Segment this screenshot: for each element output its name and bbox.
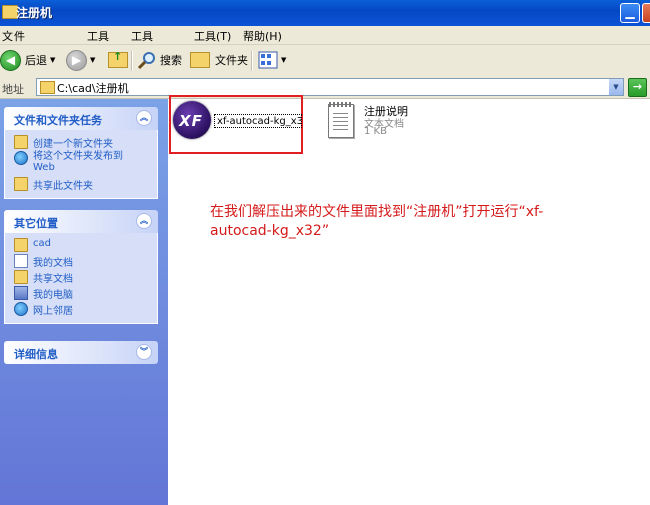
collapse-icon[interactable]: ︽: [136, 110, 152, 126]
views-icon: [258, 51, 278, 69]
file-name-keygen[interactable]: xf-autocad-kg_x32: [214, 114, 302, 128]
publish-web-icon: [14, 151, 28, 165]
place-label: 共享文档: [33, 274, 73, 285]
place-label: cad: [33, 238, 51, 249]
folder-icon: [40, 81, 55, 94]
task-new-folder[interactable]: 创建一个新文件夹: [5, 134, 157, 150]
place-label: 我的文档: [33, 258, 73, 269]
window-title: 注册机: [16, 6, 53, 20]
address-dropdown-button[interactable]: ▼: [609, 79, 623, 95]
annotation-text: 在我们解压出来的文件里面找到“注册机”打开运行“xf-autocad-kg_x3…: [210, 204, 544, 239]
chevron-down-icon: ▼: [90, 56, 96, 64]
place-label: 我的电脑: [33, 290, 73, 301]
details-header[interactable]: 详细信息 ︾: [4, 341, 158, 364]
forward-button[interactable]: ▶ ▼: [66, 49, 95, 71]
search-label: 搜索: [160, 54, 182, 67]
menu-tools[interactable]: 工具(T): [194, 28, 231, 44]
place-cad[interactable]: cad: [5, 237, 157, 253]
task-pane: 文件和文件夹任务 ︽ 创建一个新文件夹 将这个文件夹发布到 Web 共享此文件夹…: [0, 99, 168, 505]
folder-icon: [14, 238, 28, 252]
file-tasks-title: 文件和文件夹任务: [14, 114, 102, 127]
place-shared-documents[interactable]: 共享文档: [5, 269, 157, 285]
title-bar: 注册机 ▁: [0, 0, 650, 26]
file-tasks-body: 创建一个新文件夹 将这个文件夹发布到 Web 共享此文件夹: [4, 130, 158, 199]
go-button[interactable]: →: [628, 78, 647, 97]
search-button[interactable]: 搜索: [137, 49, 182, 71]
text-document-icon[interactable]: [328, 102, 354, 138]
address-path: C:\cad\注册机: [57, 82, 129, 95]
task-label: 共享此文件夹: [33, 181, 93, 192]
back-label: 后退: [25, 54, 47, 67]
task-share-folder[interactable]: 共享此文件夹: [5, 176, 157, 192]
details-title: 详细信息: [14, 348, 58, 361]
place-label: 网上邻居: [33, 306, 73, 317]
my-documents-icon: [14, 254, 28, 268]
close-button[interactable]: [642, 3, 650, 23]
chevron-down-icon: ▼: [50, 56, 56, 64]
place-my-documents[interactable]: 我的文档: [5, 253, 157, 269]
other-places-title: 其它位置: [14, 217, 58, 230]
toolbar-divider: [131, 51, 133, 71]
menu-bar: 文 件 工具 工具 工具(T) 帮助(H): [0, 26, 650, 45]
menu-tools-2[interactable]: 工具: [131, 28, 153, 44]
file-tasks-header[interactable]: 文件和文件夹任务 ︽: [4, 107, 158, 130]
address-bar: 地址 C:\cad\注册机 ▼ →: [0, 76, 650, 99]
new-folder-icon: [14, 135, 28, 149]
other-places-body: cad 我的文档 共享文档 我的电脑 网上邻居: [4, 233, 158, 324]
toolbar: ◀ 后退 ▼ ▶ ▼ ↑ 搜索 文件夹 ▼: [0, 45, 650, 77]
menu-file-cut[interactable]: 件: [14, 28, 25, 44]
search-icon: [137, 52, 155, 70]
shared-folder-icon: [14, 270, 28, 284]
place-my-computer[interactable]: 我的电脑: [5, 285, 157, 301]
other-places-panel: 其它位置 ︽ cad 我的文档 共享文档 我的电脑 网上邻居: [4, 210, 158, 324]
chevron-down-icon: ▼: [281, 56, 287, 64]
file-size-readme: 1 KB: [364, 126, 387, 137]
share-folder-icon: [14, 177, 28, 191]
menu-file[interactable]: 文: [2, 28, 13, 44]
details-panel: 详细信息 ︾: [4, 341, 158, 364]
file-tasks-panel: 文件和文件夹任务 ︽ 创建一个新文件夹 将这个文件夹发布到 Web 共享此文件夹: [4, 107, 158, 199]
task-label: 创建一个新文件夹: [33, 139, 113, 150]
collapse-icon[interactable]: ︽: [136, 213, 152, 229]
file-list-pane: [168, 99, 650, 505]
minimize-button[interactable]: ▁: [620, 3, 640, 23]
address-label: 地址: [2, 83, 24, 96]
back-button[interactable]: ◀ 后退 ▼: [0, 49, 55, 71]
views-button[interactable]: ▼: [258, 49, 286, 71]
toolbar-divider: [251, 51, 253, 71]
network-icon: [14, 302, 28, 316]
up-folder-icon: ↑: [108, 50, 128, 68]
place-network[interactable]: 网上邻居: [5, 301, 157, 317]
address-input[interactable]: C:\cad\注册机 ▼: [36, 78, 624, 96]
folders-icon: [190, 52, 210, 68]
menu-tools-1[interactable]: 工具: [87, 28, 109, 44]
my-computer-icon: [14, 286, 28, 300]
other-places-header[interactable]: 其它位置 ︽: [4, 210, 158, 233]
task-label: 将这个文件夹发布到 Web: [33, 151, 123, 173]
task-publish-web[interactable]: 将这个文件夹发布到 Web: [5, 150, 157, 176]
folders-label: 文件夹: [215, 54, 248, 67]
back-arrow-icon: ◀: [0, 49, 21, 71]
expand-icon[interactable]: ︾: [136, 344, 152, 360]
menu-help[interactable]: 帮助(H): [243, 28, 282, 44]
up-folder-button[interactable]: ↑: [108, 49, 128, 71]
folders-button[interactable]: 文件夹: [190, 49, 248, 71]
xf-keygen-icon[interactable]: XF: [173, 101, 211, 139]
forward-arrow-icon: ▶: [66, 49, 87, 71]
